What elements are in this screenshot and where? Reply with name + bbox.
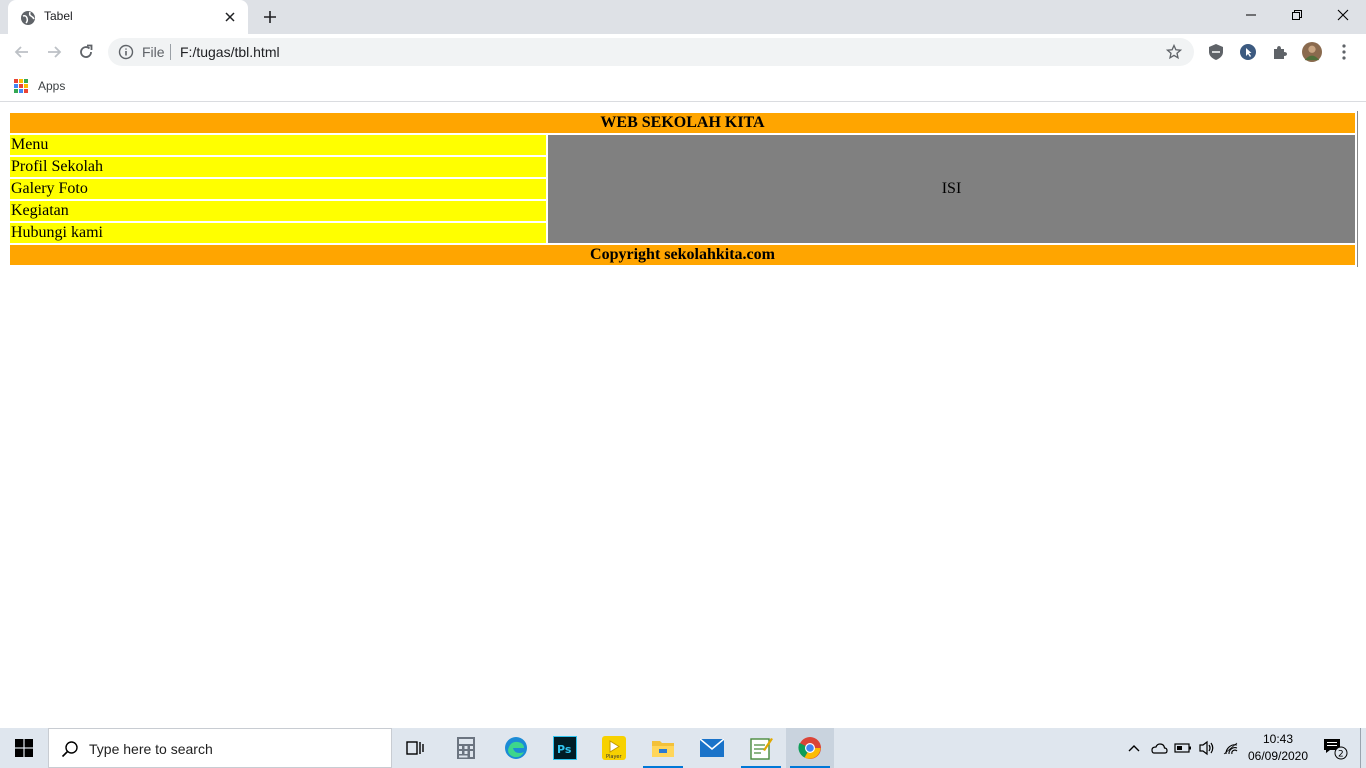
back-button[interactable] bbox=[10, 40, 34, 64]
reload-icon bbox=[80, 44, 93, 58]
taskbar-search-box[interactable]: Type here to search bbox=[48, 728, 392, 768]
notepad-icon[interactable] bbox=[737, 728, 785, 768]
apps-grid-icon bbox=[14, 79, 28, 93]
task-view-icon[interactable] bbox=[392, 728, 440, 768]
player-icon[interactable]: Player bbox=[590, 728, 638, 768]
tab-strip: Tabel bbox=[0, 0, 1366, 34]
mail-icon[interactable] bbox=[688, 728, 736, 768]
taskbar-clock[interactable]: 10:43 06/09/2020 bbox=[1244, 731, 1312, 765]
profile-avatar[interactable] bbox=[1302, 42, 1322, 62]
forward-button[interactable] bbox=[42, 40, 66, 64]
restore-button[interactable] bbox=[1274, 0, 1320, 30]
browser-tab[interactable]: Tabel bbox=[8, 0, 248, 34]
menu-item-kegiatan: Kegiatan bbox=[10, 201, 546, 221]
clock-time: 10:43 bbox=[1262, 732, 1294, 746]
apps-label: Apps bbox=[38, 79, 66, 93]
battery-icon[interactable] bbox=[1172, 728, 1194, 768]
menu-item-hubungi-kami: Hubungi kami bbox=[10, 223, 546, 243]
action-center-notification-icon[interactable]: 2 bbox=[1320, 728, 1350, 768]
extension-shield-icon[interactable] bbox=[1206, 42, 1226, 62]
menu-item-menu: Menu bbox=[10, 135, 546, 155]
bookmarks-bar: Apps bbox=[0, 70, 1366, 102]
show-hidden-icons-chevron-icon[interactable] bbox=[1126, 728, 1142, 768]
arrow-left-icon bbox=[14, 46, 28, 58]
clock-date: 06/09/2020 bbox=[1247, 749, 1309, 763]
browser-toolbar: File F:/tugas/tbl.html bbox=[0, 34, 1366, 70]
player-label: Player bbox=[606, 754, 623, 760]
windows-logo-icon bbox=[15, 739, 33, 757]
info-icon[interactable] bbox=[118, 44, 134, 60]
menu-item-galery-foto: Galery Foto bbox=[10, 179, 546, 199]
page-footer: Copyright sekolahkita.com bbox=[10, 245, 1355, 265]
content-area: ISI bbox=[548, 135, 1355, 243]
extension-cursor-icon[interactable] bbox=[1238, 42, 1258, 62]
photoshop-icon[interactable]: Ps bbox=[541, 728, 589, 768]
search-placeholder: Type here to search bbox=[89, 741, 213, 757]
close-window-button[interactable] bbox=[1320, 0, 1366, 30]
edge-icon[interactable] bbox=[492, 728, 540, 768]
minimize-icon bbox=[1246, 14, 1256, 16]
tab-title: Tabel bbox=[44, 9, 73, 23]
url-text[interactable]: F:/tugas/tbl.html bbox=[180, 44, 280, 60]
globe-icon bbox=[21, 11, 35, 25]
start-button[interactable] bbox=[0, 728, 48, 768]
minimize-button[interactable] bbox=[1228, 0, 1274, 30]
omnibox-separator bbox=[170, 44, 171, 60]
arrow-right-icon bbox=[48, 46, 62, 58]
menu-item-profil-sekolah: Profil Sekolah bbox=[10, 157, 546, 177]
new-tab-icon[interactable] bbox=[258, 6, 282, 28]
volume-icon[interactable] bbox=[1196, 728, 1218, 768]
close-tab-icon[interactable] bbox=[222, 9, 238, 25]
file-explorer-icon[interactable] bbox=[639, 728, 687, 768]
reload-button[interactable] bbox=[74, 40, 98, 64]
web-page: WEB SEKOLAH KITA Menu ISI Profil Sekolah… bbox=[0, 103, 1366, 728]
layout-table: WEB SEKOLAH KITA Menu ISI Profil Sekolah… bbox=[8, 111, 1358, 267]
notification-count: 2 bbox=[1338, 750, 1344, 760]
scheme-label: File bbox=[142, 44, 165, 60]
more-menu-icon[interactable] bbox=[1334, 42, 1354, 62]
restore-icon bbox=[1292, 10, 1302, 20]
apps-shortcut[interactable]: Apps bbox=[14, 76, 65, 96]
extensions-puzzle-icon[interactable] bbox=[1270, 42, 1290, 62]
calculator-icon[interactable] bbox=[442, 728, 490, 768]
bookmark-star-icon[interactable] bbox=[1166, 44, 1182, 60]
address-bar[interactable]: File F:/tugas/tbl.html bbox=[108, 38, 1194, 66]
windows-taskbar: Type here to search Ps Player 10:43 06/0… bbox=[0, 728, 1366, 768]
photoshop-label: Ps bbox=[557, 743, 572, 756]
page-header: WEB SEKOLAH KITA bbox=[10, 113, 1355, 133]
close-window-icon bbox=[1337, 9, 1349, 21]
onedrive-cloud-icon[interactable] bbox=[1148, 728, 1170, 768]
wifi-icon[interactable] bbox=[1220, 728, 1242, 768]
chrome-icon[interactable] bbox=[786, 728, 834, 768]
show-desktop-button[interactable] bbox=[1360, 728, 1366, 768]
search-icon bbox=[61, 741, 78, 758]
